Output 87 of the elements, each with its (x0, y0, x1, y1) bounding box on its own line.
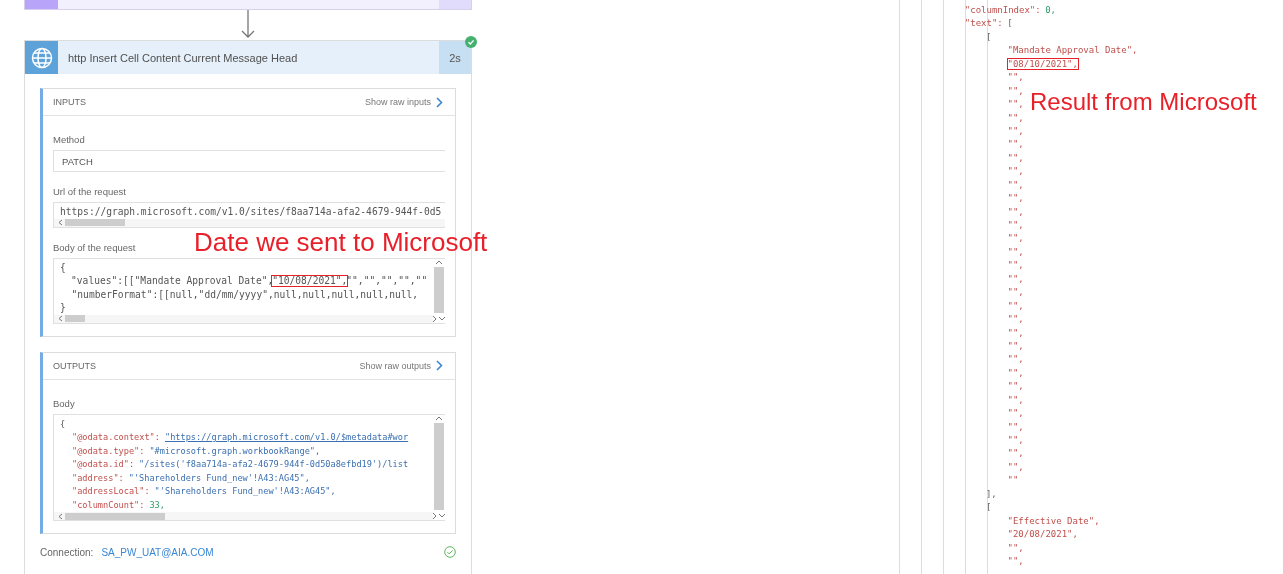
code-line: [ (984, 30, 991, 44)
code-line: "", (1006, 326, 1024, 340)
code-line: "Mandate Approval Date", (1006, 44, 1138, 58)
scrollbar-thumb[interactable] (434, 422, 444, 510)
code-line: "", (1006, 178, 1024, 192)
code-line: } (60, 301, 66, 315)
code-field[interactable] (53, 413, 445, 521)
code-line: "", (1006, 366, 1024, 380)
scroll-arrows-icon[interactable] (432, 314, 446, 323)
code-line: "@odata.type": "#microsoft.graph.workbookRange", (71, 444, 321, 458)
code-line: "address": "'Shareholders Fund_new'!A43:AG45", (71, 471, 310, 485)
code-line: "20/08/2021", (1006, 528, 1078, 542)
scrollbar-thumb[interactable] (65, 512, 165, 520)
annotation-text: Result from Microsoft (1030, 90, 1257, 114)
down-arrow-icon (241, 10, 255, 38)
code-line: "columnCount": 33, (71, 498, 165, 512)
code-line: "", (1006, 407, 1024, 421)
horizontal-scrollbar[interactable] (54, 512, 433, 520)
method-field[interactable]: PATCH (53, 150, 445, 172)
chevron-right-icon (436, 360, 443, 371)
field-label: Method (53, 134, 85, 145)
code-line: "", (1006, 232, 1024, 246)
field-label: Body (53, 397, 75, 409)
step-duration: 2s (439, 41, 471, 74)
step-header[interactable]: http Insert Cell Content Current Message Head 2s (25, 41, 471, 74)
vertical-scrollbar[interactable] (433, 258, 445, 323)
code-line: "", (1006, 111, 1024, 125)
code-line: "", (1006, 192, 1024, 206)
code-line: "", (1006, 286, 1024, 300)
code-line: "", (1006, 259, 1024, 273)
code-line: { (60, 260, 66, 274)
connection-label: Connection: (40, 546, 94, 558)
step-title: http Insert Cell Content Current Message Head (67, 50, 299, 66)
code-line: "", (1006, 420, 1024, 434)
annotation-text: Date we sent to Microsoft (194, 229, 488, 255)
field-label: Body of the request (53, 241, 136, 253)
code-line: "", (1006, 313, 1024, 327)
scroll-arrows-icon[interactable] (432, 512, 446, 520)
code-line: "", (1006, 299, 1024, 313)
code-line: "", (1006, 353, 1024, 367)
connection-account-link[interactable]: SA_PW_UAT@AIA.COM (101, 546, 444, 558)
show-raw-inputs-link[interactable]: Show raw inputs (364, 96, 443, 108)
horizontal-scrollbar[interactable] (54, 314, 433, 323)
globe-icon (30, 46, 53, 69)
horizontal-scrollbar[interactable] (54, 218, 445, 227)
code-line: "", (1006, 380, 1024, 394)
code-line: "@odata.context": "https://graph.microsoft.com/v1.0/$metadata#wor (71, 431, 409, 444)
scrollbar-thumb[interactable] (434, 266, 444, 313)
code-line: "", (1006, 272, 1024, 286)
show-raw-outputs-link[interactable]: Show raw outputs (359, 360, 443, 371)
section-title: OUTPUTS (53, 360, 96, 371)
code-line: "", (1006, 460, 1024, 474)
code-line: "text": [ (963, 17, 1013, 31)
code-line: "", (1006, 98, 1024, 112)
code-line: "", (1006, 339, 1024, 353)
scrollbar-thumb[interactable] (65, 315, 85, 322)
code-line: "", (1006, 219, 1024, 232)
code-line: "", (1006, 138, 1024, 152)
code-line: "columnIndex": 0, (963, 4, 1056, 17)
code-line: "", (1006, 554, 1024, 568)
code-line: "", (1006, 165, 1024, 179)
previous-step-card[interactable] (24, 0, 472, 10)
chevron-right-icon (436, 96, 443, 108)
code-field[interactable]: https://graph.microsoft.com/v1.0/sites/f8aa714a-afa2-4679-944f-0d5 (53, 202, 445, 228)
code-line: "", (1006, 393, 1024, 407)
code-line: "" (1006, 474, 1018, 488)
code-line: "addressLocal": "'Shareholders Fund_new'!A43:AG45", (71, 485, 336, 498)
code-line: "", (1006, 447, 1024, 461)
code-line: [ (984, 501, 991, 515)
code-line: "", (1006, 124, 1024, 138)
vertical-scrollbar[interactable] (433, 414, 445, 520)
code-line: { (60, 417, 66, 431)
code-line: https://graph.microsoft.com/v1.0/sites/f8aa714a-afa2-4679-944f-0d5 (60, 205, 442, 219)
code-line: "", (1006, 84, 1024, 98)
code-line: "", (1006, 541, 1024, 555)
code-line: "@odata.id": "/sites('f8aa714a-afa2-4679-944f-0d50a8efbd19')/list (71, 458, 409, 471)
scrollbar-thumb[interactable] (65, 219, 125, 226)
code-line: "", (1006, 205, 1024, 219)
code-line: "", (1006, 71, 1024, 85)
field-label: Url of the request (53, 186, 126, 197)
code-line: "", (1006, 151, 1024, 165)
code-line: "", (1006, 245, 1024, 259)
code-line: "Effective Date", (1006, 514, 1100, 528)
section-title: INPUTS (53, 97, 86, 107)
code-line: "numberFormat":[[null,"dd/mm/yyyy",null,null,null,null,null, (70, 287, 419, 301)
code-line: "", (1006, 434, 1024, 447)
code-line: ], (984, 487, 997, 501)
